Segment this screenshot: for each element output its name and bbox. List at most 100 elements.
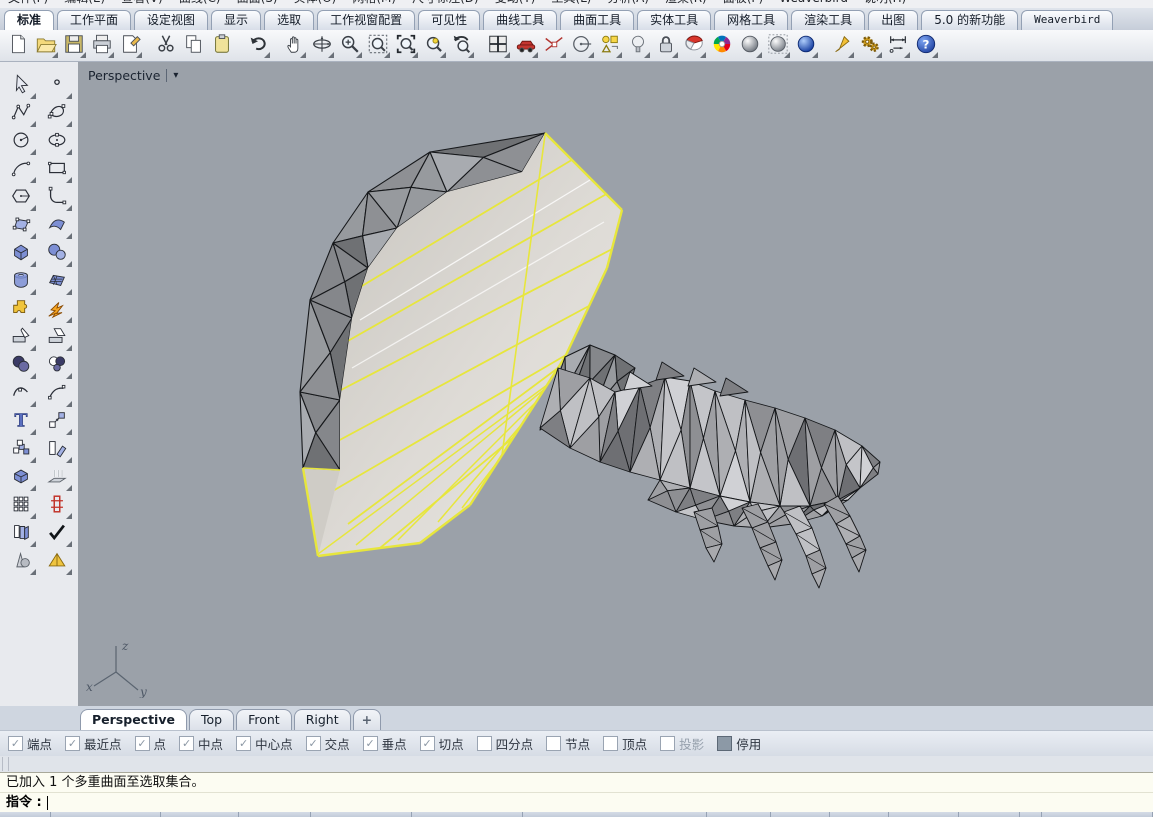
- viewport-tab-top[interactable]: Top: [189, 709, 234, 730]
- left-tool-arc[interactable]: [6, 156, 36, 184]
- left-tool-point[interactable]: [42, 72, 72, 100]
- osnap-project[interactable]: 投影: [660, 734, 704, 753]
- menu-item[interactable]: 实体(O): [286, 0, 345, 6]
- osnap-near-checkbox[interactable]: ✓: [65, 736, 80, 751]
- left-tool-polyline[interactable]: [6, 100, 36, 128]
- toolbar-tab-设定视图[interactable]: 设定视图: [134, 10, 208, 30]
- menu-item[interactable]: 工具(L): [543, 0, 599, 6]
- left-tool-check-select[interactable]: [42, 520, 72, 548]
- osnap-point-checkbox[interactable]: ✓: [135, 736, 150, 751]
- undo-button[interactable]: [245, 33, 271, 59]
- osnap-disable-checkbox[interactable]: [717, 736, 732, 751]
- zoom-extents-button[interactable]: [393, 33, 419, 59]
- viewport-tab-perspective[interactable]: Perspective: [80, 709, 187, 730]
- osnap-knot-checkbox[interactable]: [546, 736, 561, 751]
- osnap-point[interactable]: ✓点: [135, 734, 167, 753]
- left-tool-hatch[interactable]: [42, 436, 72, 464]
- left-tool-clipping-section[interactable]: [42, 492, 72, 520]
- left-tool-select[interactable]: [6, 72, 36, 100]
- left-tool-pyramid[interactable]: [42, 548, 72, 576]
- left-tool-box[interactable]: [6, 240, 36, 268]
- menu-item[interactable]: 曲面(S): [229, 0, 286, 6]
- undo-view-change-button[interactable]: [449, 33, 475, 59]
- left-tool-group-objects[interactable]: [6, 436, 36, 464]
- osnap-mid[interactable]: ✓中点: [179, 734, 223, 753]
- left-tool-spheres[interactable]: [42, 240, 72, 268]
- toolbar-tab-曲面工具[interactable]: 曲面工具: [560, 10, 634, 30]
- left-tool-tube[interactable]: [6, 268, 36, 296]
- lock-objects-button[interactable]: [653, 33, 679, 59]
- menu-item[interactable]: 渲染(R): [657, 0, 715, 6]
- toolbar-tab-可见性[interactable]: 可见性: [418, 10, 480, 30]
- toolbar-tab-工作视窗配置[interactable]: 工作视窗配置: [317, 10, 415, 30]
- left-tool-surface-points[interactable]: [6, 212, 36, 240]
- left-tool-fillet-edge[interactable]: [6, 324, 36, 352]
- toolbar-tab-工作平面[interactable]: 工作平面: [57, 10, 131, 30]
- left-tool-boolean-split[interactable]: [6, 296, 36, 324]
- osnap-intersection-checkbox[interactable]: ✓: [306, 736, 321, 751]
- osnap-quadrant[interactable]: 四分点: [477, 734, 534, 753]
- left-tool-cone-sphere[interactable]: [6, 548, 36, 576]
- toolbar-tab-5.0 的新功能[interactable]: 5.0 的新功能: [921, 10, 1018, 30]
- left-tool-array-grid[interactable]: [6, 492, 36, 520]
- osnap-perpendicular-checkbox[interactable]: ✓: [363, 736, 378, 751]
- layer-tools-button[interactable]: [597, 33, 623, 59]
- osnap-center[interactable]: ✓中心点: [236, 734, 293, 753]
- toolbar-tab-渲染工具[interactable]: 渲染工具: [791, 10, 865, 30]
- menu-item[interactable]: 尺寸标注(D): [404, 0, 487, 6]
- cplane-widget-button[interactable]: [541, 33, 567, 59]
- left-tool-adjust-curve[interactable]: [6, 380, 36, 408]
- left-tool-move-scale[interactable]: [42, 408, 72, 436]
- shaded-viewport-button[interactable]: [737, 33, 763, 59]
- zoom-selected-button[interactable]: [421, 33, 447, 59]
- toolbar-tab-出图[interactable]: 出图: [868, 10, 918, 30]
- render-settings-button[interactable]: [709, 33, 735, 59]
- toolbar-tab-选取[interactable]: 选取: [264, 10, 314, 30]
- perspective-viewport[interactable]: Perspective ▾ z x y: [78, 62, 1153, 706]
- cut-button[interactable]: [153, 33, 179, 59]
- left-tool-explode[interactable]: [42, 296, 72, 324]
- menu-item[interactable]: 分析(A): [599, 0, 657, 6]
- menu-item[interactable]: 网格(M): [344, 0, 404, 6]
- command-window-grip[interactable]: [2, 757, 9, 771]
- named-views-button[interactable]: [513, 33, 539, 59]
- rotate-view-button[interactable]: [309, 33, 335, 59]
- left-tool-surface-patch[interactable]: [42, 212, 72, 240]
- toolbar-tab-标准[interactable]: 标准: [4, 10, 54, 30]
- left-tool-ellipse[interactable]: [42, 128, 72, 156]
- zoom-dynamic-button[interactable]: [337, 33, 363, 59]
- toolbar-tab-Weaverbird[interactable]: Weaverbird: [1021, 10, 1113, 30]
- osnap-tangent[interactable]: ✓切点: [420, 734, 464, 753]
- left-tool-chamfer-edge[interactable]: [42, 324, 72, 352]
- viewport-tab-front[interactable]: Front: [236, 709, 292, 730]
- help-button[interactable]: ?: [913, 33, 939, 59]
- left-tool-lights-plane[interactable]: [42, 464, 72, 492]
- notifications-button[interactable]: [829, 33, 855, 59]
- menu-item[interactable]: 面板(P): [715, 0, 772, 6]
- open-file-button[interactable]: [33, 33, 59, 59]
- left-tool-solid-box[interactable]: [6, 464, 36, 492]
- osnap-center-checkbox[interactable]: ✓: [236, 736, 251, 751]
- left-tool-rectangle[interactable]: [42, 156, 72, 184]
- osnap-disable[interactable]: 停用: [717, 734, 761, 753]
- toolbar-tab-显示[interactable]: 显示: [211, 10, 261, 30]
- lights-button[interactable]: [625, 33, 651, 59]
- viewport-title[interactable]: Perspective ▾: [88, 68, 178, 83]
- toolbar-tab-实体工具[interactable]: 实体工具: [637, 10, 711, 30]
- menu-item[interactable]: 说明(H): [856, 0, 914, 6]
- osnap-mid-checkbox[interactable]: ✓: [179, 736, 194, 751]
- viewport-tab-right[interactable]: Right: [294, 709, 351, 730]
- pan-view-button[interactable]: [281, 33, 307, 59]
- left-tool-interpolate-curve[interactable]: [42, 100, 72, 128]
- menu-item[interactable]: Weaverbird: [771, 0, 856, 5]
- menu-item[interactable]: 文件(F): [0, 0, 56, 6]
- osnap-perpendicular[interactable]: ✓垂点: [363, 734, 407, 753]
- dimensions-button[interactable]: [885, 33, 911, 59]
- menu-item[interactable]: 查看(V): [113, 0, 171, 6]
- osnap-quadrant-checkbox[interactable]: [477, 736, 492, 751]
- set-view-button[interactable]: [569, 33, 595, 59]
- osnap-knot[interactable]: 节点: [546, 734, 590, 753]
- left-tool-text[interactable]: T: [6, 408, 36, 436]
- export-file-button[interactable]: [117, 33, 143, 59]
- left-tool-fillet-curve[interactable]: [42, 184, 72, 212]
